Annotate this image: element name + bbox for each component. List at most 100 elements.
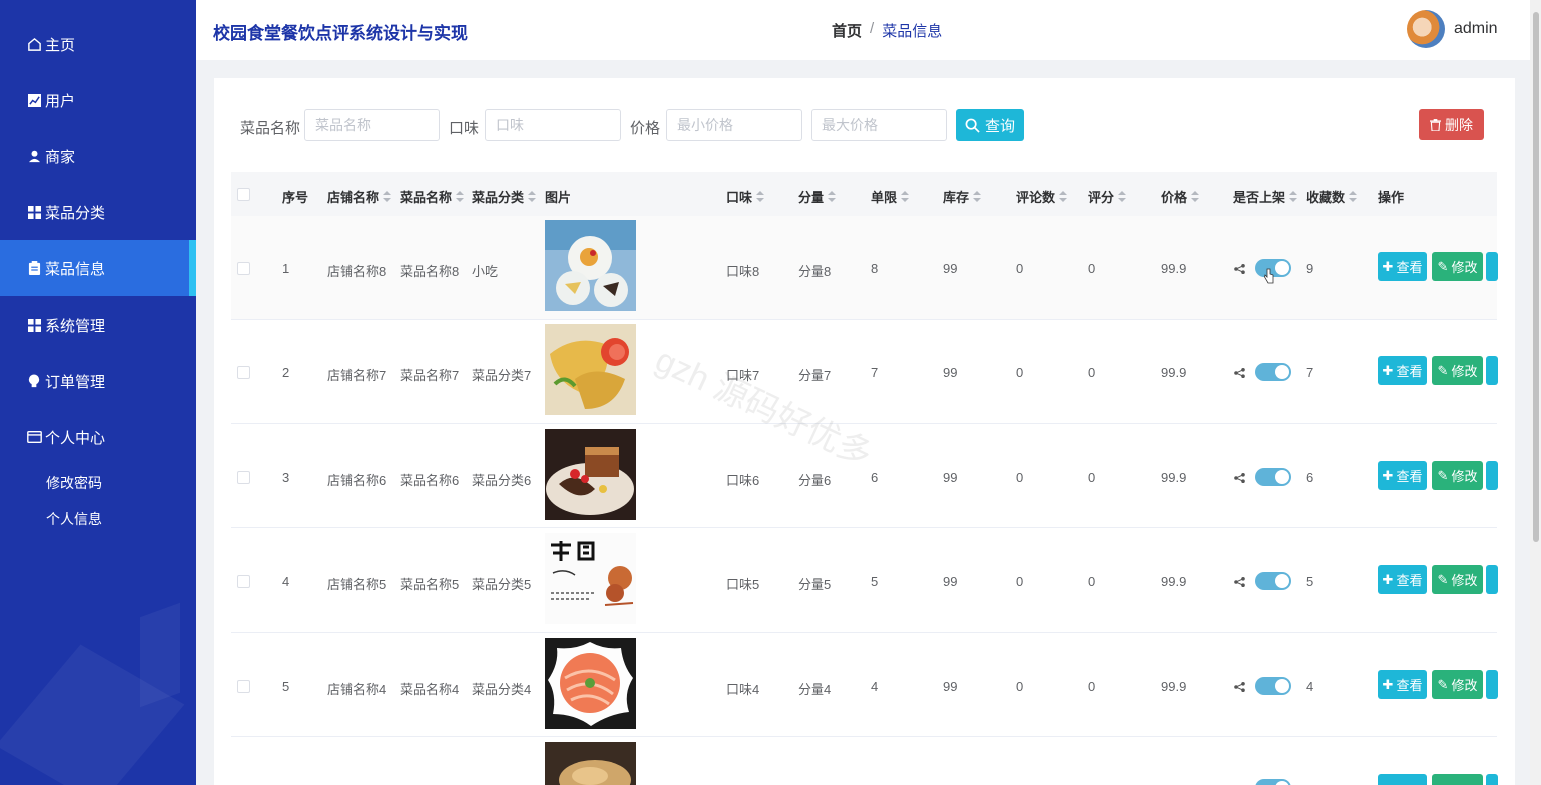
column-header-stock[interactable]: 库存	[943, 187, 982, 206]
column-header-favorites[interactable]: 收藏数	[1306, 187, 1358, 206]
sort-icon[interactable]	[1289, 190, 1298, 203]
dish-image[interactable]	[545, 638, 636, 729]
sort-icon[interactable]	[1118, 190, 1127, 203]
on-shelf-toggle[interactable]	[1255, 779, 1291, 785]
sort-icon[interactable]	[973, 190, 982, 203]
sidebar-item-dish-category[interactable]: 菜品分类	[0, 184, 196, 240]
cell-limit: 7	[871, 365, 879, 380]
sort-icon[interactable]	[901, 190, 910, 203]
min-price-input[interactable]	[666, 109, 802, 141]
edit-button[interactable]: ✎ 修改	[1432, 252, 1483, 281]
view-button[interactable]: ✚ 查看	[1378, 252, 1427, 281]
column-header-taste[interactable]: 口味	[726, 187, 765, 206]
sort-icon[interactable]	[1059, 190, 1068, 203]
sort-icon[interactable]	[528, 190, 537, 203]
cell-shop: 店铺名称8	[327, 264, 387, 279]
search-button[interactable]: 查询	[956, 109, 1024, 141]
cell-rating: 0	[1088, 261, 1096, 276]
share-icon[interactable]	[1234, 264, 1245, 274]
view-button[interactable]: ✚ 查看	[1378, 565, 1427, 594]
row-checkbox[interactable]	[237, 575, 250, 588]
on-shelf-toggle[interactable]	[1255, 468, 1291, 486]
sidebar-item-personal-center[interactable]: 个人中心	[0, 409, 196, 465]
max-price-input[interactable]	[811, 109, 947, 141]
on-shelf-toggle[interactable]	[1255, 572, 1291, 590]
more-action-button[interactable]	[1486, 565, 1498, 594]
edit-button-label: 修改	[1451, 469, 1478, 484]
column-header-shop[interactable]: 店铺名称	[327, 187, 392, 206]
cell-stock: 99	[943, 679, 958, 694]
column-header-price[interactable]: 价格	[1161, 187, 1200, 206]
sidebar-subitem-change-password[interactable]: 修改密码	[46, 473, 102, 493]
sidebar-item-home[interactable]: 主页	[0, 16, 196, 72]
sidebar-item-label: 菜品信息	[45, 260, 106, 278]
edit-button[interactable]: ✎ 修改	[1432, 356, 1483, 385]
sidebar-item-users[interactable]: 用户	[0, 72, 196, 128]
column-header-portion[interactable]: 分量	[798, 187, 837, 206]
select-all-checkbox[interactable]	[237, 188, 250, 201]
view-button[interactable]: ✚ 查看	[1378, 670, 1427, 699]
row-checkbox[interactable]	[237, 366, 250, 379]
more-action-button[interactable]	[1486, 670, 1498, 699]
edit-button[interactable]: ✎ 修改	[1432, 565, 1483, 594]
sort-icon[interactable]	[756, 190, 765, 203]
sort-icon[interactable]	[1349, 190, 1358, 203]
more-action-button[interactable]	[1486, 461, 1498, 490]
dish-image[interactable]	[545, 324, 636, 415]
sidebar-item-merchants[interactable]: 商家	[0, 128, 196, 184]
sort-icon[interactable]	[383, 190, 392, 203]
on-shelf-toggle[interactable]	[1255, 363, 1291, 381]
view-button-label: 查看	[1396, 678, 1423, 693]
avatar[interactable]	[1407, 10, 1445, 48]
sidebar-subitem-profile[interactable]: 个人信息	[46, 509, 102, 529]
dish-image[interactable]	[545, 220, 636, 311]
view-button[interactable]: ✚ 查看	[1378, 461, 1427, 490]
breadcrumb-home[interactable]: 首页	[832, 20, 862, 41]
sidebar-item-label: 菜品分类	[45, 204, 106, 222]
delete-button[interactable]: 删除	[1419, 109, 1484, 140]
cell-portion: 分量8	[798, 264, 832, 279]
scrollbar-thumb[interactable]	[1533, 12, 1539, 542]
column-header-on-shelf[interactable]: 是否上架	[1233, 187, 1298, 206]
row-checkbox[interactable]	[237, 471, 250, 484]
dish-image[interactable]	[545, 429, 636, 520]
more-action-button[interactable]	[1486, 252, 1498, 281]
share-icon[interactable]	[1234, 473, 1245, 483]
row-checkbox[interactable]	[237, 262, 250, 275]
cell-dish: 菜品名称6	[400, 473, 460, 488]
sort-icon[interactable]	[456, 190, 465, 203]
sidebar-item-orders[interactable]: 订单管理	[0, 353, 196, 409]
column-header-rating[interactable]: 评分	[1088, 187, 1127, 206]
dish-name-input[interactable]	[304, 109, 440, 141]
edit-button[interactable]: ✎ 修改	[1432, 670, 1483, 699]
share-icon[interactable]	[1234, 368, 1245, 378]
dish-image[interactable]	[545, 533, 636, 624]
column-header-comments[interactable]: 评论数	[1016, 187, 1068, 206]
edit-button[interactable]	[1432, 774, 1483, 785]
column-header-index: 序号	[282, 187, 308, 206]
cell-index: 2	[282, 365, 290, 380]
column-header-limit[interactable]: 单限	[871, 187, 910, 206]
column-header-dish[interactable]: 菜品名称	[400, 187, 465, 206]
view-button[interactable]: ✚ 查看	[1378, 356, 1427, 385]
taste-input[interactable]	[485, 109, 621, 141]
share-icon[interactable]	[1234, 682, 1245, 692]
sort-icon[interactable]	[1191, 190, 1200, 203]
username[interactable]: admin	[1454, 20, 1498, 38]
sidebar-item-system[interactable]: 系统管理	[0, 297, 196, 353]
sidebar-item-dish-info[interactable]: 菜品信息	[0, 240, 196, 296]
more-action-button[interactable]	[1486, 774, 1498, 785]
cell-portion: 分量6	[798, 473, 832, 488]
dish-image[interactable]	[545, 742, 636, 785]
column-header-category[interactable]: 菜品分类	[472, 187, 537, 206]
cell-shop: 店铺名称7	[327, 368, 387, 383]
edit-button[interactable]: ✎ 修改	[1432, 461, 1483, 490]
on-shelf-toggle[interactable]	[1255, 677, 1291, 695]
view-button[interactable]	[1378, 774, 1427, 785]
more-action-button[interactable]	[1486, 356, 1498, 385]
row-checkbox[interactable]	[237, 680, 250, 693]
sort-icon[interactable]	[828, 190, 837, 203]
page-scrollbar[interactable]	[1530, 0, 1541, 785]
share-icon[interactable]	[1234, 577, 1245, 587]
cell-price: 99.9	[1161, 470, 1187, 485]
